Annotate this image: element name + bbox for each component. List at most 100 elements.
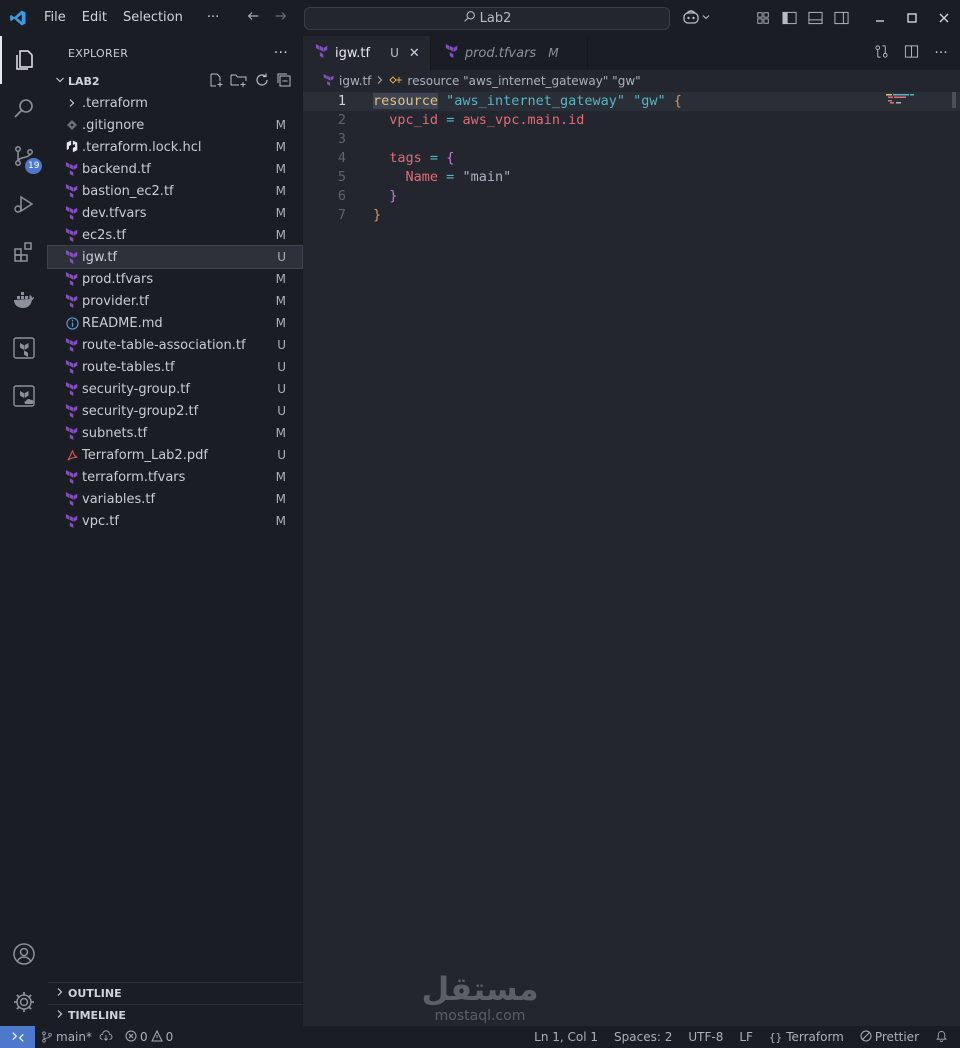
extensions-icon[interactable] <box>0 228 48 276</box>
tree-file[interactable]: security-group.tf U <box>48 378 302 400</box>
breadcrumb-file[interactable]: igw.tf <box>339 74 371 88</box>
menu-file[interactable]: File <box>36 0 74 36</box>
code-editor[interactable]: 1 resource "aws_internet_gateway" "gw" {… <box>303 92 960 225</box>
tab-prod-tfvars[interactable]: prod.tfvars M <box>431 36 588 70</box>
customize-layout-icon[interactable] <box>750 0 776 36</box>
hcl-file-icon <box>62 140 82 154</box>
terraform-icon[interactable] <box>0 324 48 372</box>
tree-file[interactable]: backend.tf M <box>48 158 302 180</box>
collapse-all-icon[interactable] <box>276 72 292 91</box>
terraform-file-icon <box>62 228 82 242</box>
encoding[interactable]: UTF-8 <box>688 1030 723 1044</box>
tree-file[interactable]: subnets.tf M <box>48 422 302 444</box>
maximize-icon[interactable] <box>896 0 928 36</box>
tree-folder[interactable]: .terraform <box>48 92 302 114</box>
tree-file[interactable]: Terraform_Lab2.pdf U <box>48 444 302 466</box>
explorer-more-actions[interactable]: ··· <box>274 45 288 61</box>
tree-file[interactable]: provider.tf M <box>48 290 302 312</box>
run-debug-icon[interactable] <box>0 180 48 228</box>
compare-changes-icon[interactable] <box>868 44 894 63</box>
tree-file[interactable]: security-group2.tf U <box>48 400 302 422</box>
tab-igw-tf[interactable]: igw.tf U ✕ <box>303 36 431 70</box>
tree-file[interactable]: route-table-association.tf U <box>48 334 302 356</box>
code-line: 5 Name = "main" <box>303 168 960 187</box>
folder-header-lab2[interactable]: LAB2 <box>48 70 302 92</box>
search-view-icon[interactable] <box>0 84 48 132</box>
close-tab-icon[interactable]: ✕ <box>409 46 420 61</box>
terraform-cloud-icon[interactable] <box>0 372 48 420</box>
tree-file[interactable]: variables.tf M <box>48 488 302 510</box>
tree-file[interactable]: .terraform.lock.hcl M <box>48 136 302 158</box>
file-name: provider.tf <box>82 293 149 309</box>
manage-gear-icon[interactable] <box>0 978 48 1026</box>
toggle-primary-sidebar-icon[interactable] <box>776 0 802 36</box>
tree-file[interactable]: README.md M <box>48 312 302 334</box>
code-line: 2 vpc_id = aws_vpc.main.id <box>303 111 960 130</box>
breadcrumb-symbol[interactable]: resource "aws_internet_gateway" "gw" <box>407 74 640 88</box>
indentation[interactable]: Spaces: 2 <box>614 1030 672 1044</box>
toggle-secondary-sidebar-icon[interactable] <box>828 0 854 36</box>
minimap[interactable] <box>886 94 946 106</box>
explorer-icon[interactable] <box>0 36 48 84</box>
file-name: .gitignore <box>82 117 145 133</box>
symbol-struct-icon <box>389 74 403 89</box>
terraform-file-icon <box>62 426 82 440</box>
title-bar: File Edit Selection ··· Lab2 <box>0 0 960 36</box>
split-editor-icon[interactable] <box>898 44 924 63</box>
close-window-icon[interactable] <box>928 0 960 36</box>
tree-file[interactable]: bastion_ec2.tf M <box>48 180 302 202</box>
more-actions-icon[interactable]: ··· <box>928 45 954 61</box>
file-name: route-tables.tf <box>82 359 175 375</box>
command-center-search[interactable]: Lab2 <box>304 7 670 30</box>
minimize-icon[interactable] <box>864 0 896 36</box>
tree-file[interactable]: prod.tfvars M <box>48 268 302 290</box>
docker-icon[interactable] <box>0 276 48 324</box>
git-status: U <box>277 338 286 352</box>
terraform-file-icon <box>62 162 82 176</box>
line-number: 3 <box>337 131 346 147</box>
menu-more[interactable]: ··· <box>191 0 227 36</box>
menu-bar: File Edit Selection ··· <box>36 0 227 36</box>
property-token: Name <box>405 169 439 185</box>
git-status: U <box>277 382 286 396</box>
remote-indicator-icon[interactable] <box>0 1026 35 1048</box>
language-mode[interactable]: {} Terraform <box>769 1030 844 1044</box>
new-file-icon[interactable] <box>208 72 224 91</box>
vscode-logo-icon[interactable] <box>0 0 36 36</box>
tree-file[interactable]: .gitignore M <box>48 114 302 136</box>
file-name: prod.tfvars <box>82 271 154 287</box>
menu-edit[interactable]: Edit <box>74 0 115 36</box>
forward-arrow-icon[interactable] <box>274 9 288 27</box>
end-of-line[interactable]: LF <box>739 1030 753 1044</box>
editor-scrollbar[interactable] <box>952 92 956 108</box>
copilot-icon[interactable] <box>682 9 710 25</box>
command-center-label: Lab2 <box>479 11 512 26</box>
prettier-item[interactable]: Prettier <box>860 1030 919 1045</box>
notifications-bell-icon[interactable] <box>935 1029 948 1045</box>
tree-file[interactable]: dev.tfvars M <box>48 202 302 224</box>
tree-file[interactable]: igw.tf U <box>47 245 303 269</box>
accounts-icon[interactable] <box>0 930 48 978</box>
branch-item[interactable]: main* <box>41 1030 113 1045</box>
cursor-position[interactable]: Ln 1, Col 1 <box>534 1030 598 1044</box>
navigation-arrows <box>246 0 288 36</box>
vscode-window: File Edit Selection ··· Lab2 19 EXPLORER… <box>0 0 960 1048</box>
back-arrow-icon[interactable] <box>246 9 260 27</box>
new-folder-icon[interactable] <box>230 72 248 91</box>
terraform-file-icon <box>62 492 82 506</box>
chevron-right-icon <box>52 987 68 1000</box>
sync-icon[interactable] <box>99 1030 113 1045</box>
warning-count: 0 <box>165 1030 174 1044</box>
tree-file[interactable]: route-tables.tf U <box>48 356 302 378</box>
refresh-icon[interactable] <box>254 72 270 91</box>
file-name: vpc.tf <box>82 513 119 529</box>
tree-file[interactable]: ec2s.tf M <box>48 224 302 246</box>
tree-file[interactable]: vpc.tf M <box>48 510 302 532</box>
tree-file[interactable]: terraform.tfvars M <box>48 466 302 488</box>
outline-section[interactable]: OUTLINE <box>48 982 303 1004</box>
problems-item[interactable]: 0 0 <box>125 1029 174 1045</box>
timeline-section[interactable]: TIMELINE <box>48 1004 303 1026</box>
menu-selection[interactable]: Selection <box>115 0 191 36</box>
toggle-panel-icon[interactable] <box>802 0 828 36</box>
source-control-icon[interactable]: 19 <box>0 132 48 180</box>
